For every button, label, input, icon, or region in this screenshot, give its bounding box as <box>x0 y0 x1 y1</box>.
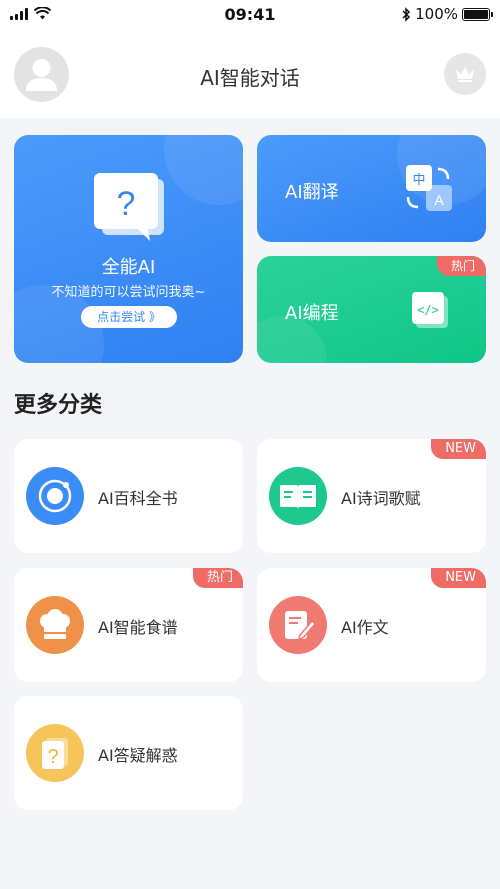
page-title: AI智能对话 <box>200 66 300 90</box>
battery-percent: 100% <box>415 5 458 23</box>
hot-badge: 热门 <box>192 568 243 588</box>
category-poetry[interactable]: AI诗词歌赋 NEW <box>257 439 486 553</box>
battery-icon <box>462 7 493 21</box>
translate-title: AI翻译 <box>285 182 339 203</box>
card-coding[interactable]: AI编程 热门 </> <box>257 256 486 363</box>
card-general-ai[interactable]: ? 全能AI 不知道的可以尝试问我奥~ 点击尝试 》 <box>14 135 243 363</box>
general-ai-subtitle: 不知道的可以尝试问我奥~ <box>51 285 206 300</box>
question-bubble-icon: ? <box>94 173 164 241</box>
category-qa[interactable]: ? AI答疑解惑 <box>14 696 243 810</box>
note-edit-icon <box>269 596 327 654</box>
category-recipe[interactable]: AI智能食谱 热门 <box>14 568 243 682</box>
translate-icon: A 中 <box>406 165 452 211</box>
app-header: AI智能对话 <box>0 30 500 118</box>
status-bar: 09:41 100% <box>0 0 500 30</box>
new-badge: NEW <box>431 568 486 588</box>
hot-badge: 热门 <box>436 256 486 276</box>
svg-text:中: 中 <box>412 173 425 188</box>
general-ai-title: 全能AI <box>101 257 156 278</box>
crown-icon[interactable] <box>444 53 486 95</box>
battery-group: 100% <box>402 5 493 23</box>
category-label: AI作文 <box>341 618 389 637</box>
category-label: AI诗词歌赋 <box>341 489 421 508</box>
new-badge: NEW <box>431 439 486 459</box>
svg-text:A: A <box>434 192 444 208</box>
chef-hat-icon <box>26 596 84 654</box>
book-icon <box>269 467 327 525</box>
category-label: AI答疑解惑 <box>98 746 178 765</box>
category-encyclopedia[interactable]: AI百科全书 <box>14 439 243 553</box>
category-essay[interactable]: AI作文 NEW <box>257 568 486 682</box>
svg-text:?: ? <box>47 746 58 768</box>
code-icon: </> <box>412 292 448 328</box>
section-title: 更多分类 <box>14 393 103 418</box>
svg-text:</>: </> <box>417 303 439 317</box>
coding-title: AI编程 <box>285 303 339 324</box>
question-note-icon: ? <box>26 724 84 782</box>
card-translate[interactable]: AI翻译 A 中 <box>257 135 486 242</box>
svg-text:?: ? <box>117 185 136 223</box>
orbit-icon <box>26 467 84 525</box>
try-button[interactable]: 点击尝试 》 <box>81 306 177 328</box>
category-label: AI百科全书 <box>98 489 178 508</box>
category-label: AI智能食谱 <box>98 618 178 637</box>
bluetooth-icon <box>402 6 411 22</box>
